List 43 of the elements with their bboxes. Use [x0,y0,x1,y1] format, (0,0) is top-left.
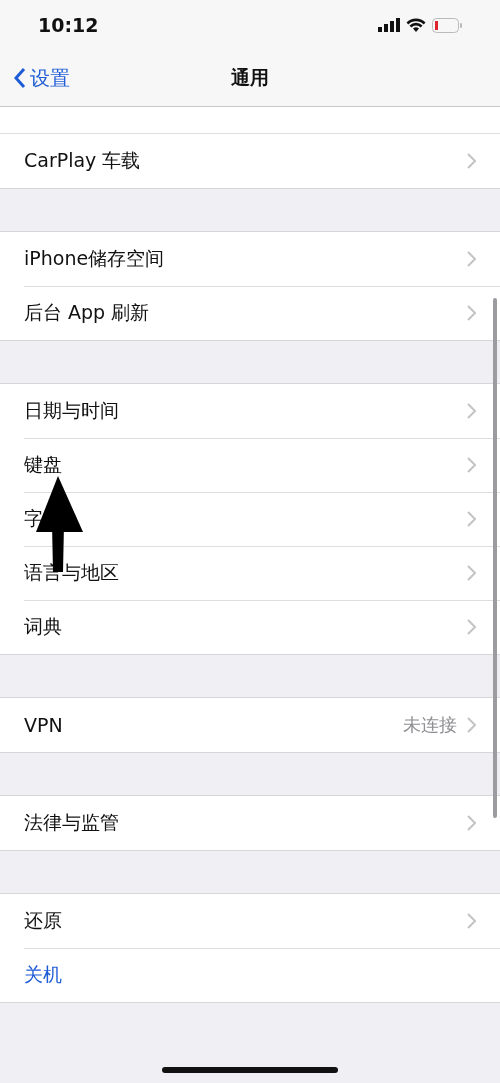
status-time: 10:12 [38,14,99,36]
row-label: CarPlay 车载 [24,148,142,173]
row-label: 关机 [24,962,63,987]
chevron-icon [467,153,476,169]
row-label: 还原 [24,908,63,933]
chevron-icon [467,511,476,527]
settings-row[interactable]: iPhone储存空间 [0,232,500,286]
chevron-icon [467,305,476,321]
row-label: 词典 [24,614,63,639]
row-label: 后台 App 刷新 [24,300,151,325]
settings-row[interactable]: 字 [0,492,500,546]
settings-row[interactable]: 词典 [0,600,500,654]
settings-row[interactable]: VPN 未连接 [0,698,500,752]
shutdown-row[interactable]: 关机 [0,948,500,1002]
chevron-icon [467,815,476,831]
settings-row[interactable]: 日期与时间 [0,384,500,438]
row-label: 法律与监管 [24,810,120,835]
settings-row[interactable]: 还原 [0,894,500,948]
chevron-icon [467,403,476,419]
back-chevron-icon [14,67,26,89]
row-detail: 未连接 [403,713,457,737]
home-indicator[interactable] [162,1067,338,1073]
row-label: 键盘 [24,452,63,477]
back-button[interactable]: 设置 [0,63,76,93]
chevron-icon [467,619,476,635]
settings-row[interactable]: 键盘 [0,438,500,492]
chevron-icon [467,717,476,733]
wifi-icon [406,17,426,33]
page-title: 通用 [231,65,269,90]
settings-row[interactable]: 后台 App 刷新 [0,286,500,340]
row-label: iPhone储存空间 [24,246,166,271]
battery-icon [432,17,462,33]
chevron-icon [467,251,476,267]
chevron-icon [467,565,476,581]
settings-row[interactable]: 法律与监管 [0,796,500,850]
row-label: 日期与时间 [24,398,120,423]
chevron-icon [467,913,476,929]
settings-row[interactable]: CarPlay 车载 [0,134,500,188]
row-label: VPN [24,714,64,736]
row-label: 字 [24,506,44,531]
chevron-icon [467,457,476,473]
list-row[interactable] [0,107,500,134]
signal-icon [378,18,400,32]
